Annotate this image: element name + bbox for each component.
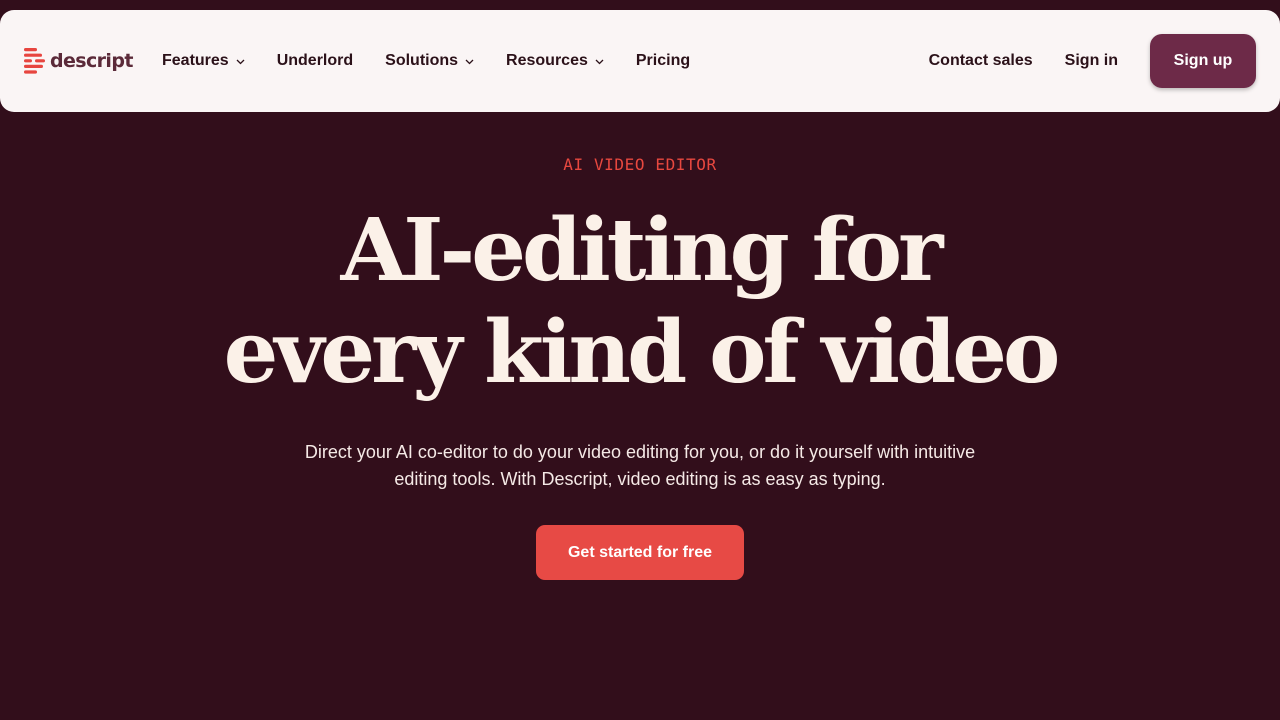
sign-up-button[interactable]: Sign up (1150, 34, 1256, 88)
descript-logo[interactable]: descript (24, 48, 133, 74)
chevron-down-icon (465, 59, 474, 65)
hero-headline: AI-editing for every kind of video (0, 200, 1280, 404)
top-navbar: descript Features Underlord Solutions Re… (0, 10, 1280, 112)
main-nav: Features Underlord Solutions Resources P… (162, 10, 722, 112)
contact-sales-link[interactable]: Contact sales (929, 52, 1033, 70)
hero-headline-line-2: every kind of video (223, 302, 1061, 403)
nav-item-label: Features (162, 52, 229, 69)
hero-subtext: Direct your AI co-editor to do your vide… (304, 442, 976, 489)
nav-item-label: Underlord (276, 52, 354, 69)
chevron-down-icon (236, 59, 245, 65)
nav-actions: Contact sales Sign in Sign up (929, 10, 1256, 112)
get-started-button[interactable]: Get started for free (536, 525, 744, 580)
nav-item-solutions[interactable]: Solutions (385, 52, 474, 70)
hero-eyebrow: AI VIDEO EDITOR (563, 155, 717, 174)
nav-item-features[interactable]: Features (162, 52, 245, 70)
descript-logo-icon (24, 48, 45, 74)
nav-item-underlord[interactable]: Underlord (277, 52, 353, 70)
nav-item-resources[interactable]: Resources (506, 52, 604, 70)
nav-item-label: Resources (506, 52, 588, 69)
nav-item-label: Solutions (385, 52, 459, 69)
logo-wordmark: descript (50, 49, 133, 72)
sign-in-link[interactable]: Sign in (1065, 52, 1118, 70)
nav-item-label: Pricing (635, 52, 691, 69)
hero-headline-line-1: AI-editing for (340, 200, 944, 301)
nav-item-pricing[interactable]: Pricing (636, 52, 690, 70)
chevron-down-icon (595, 59, 604, 65)
